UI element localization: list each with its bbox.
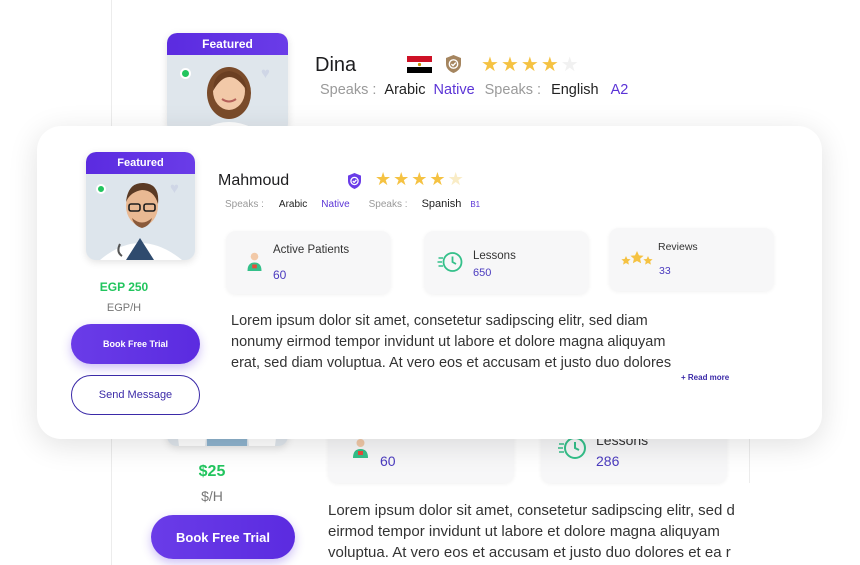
hourly-price: $25 [198,463,226,480]
description-line: eirmod tempor invidunt ut labore et dolo… [328,523,720,540]
speaks-label: Speaks : [484,82,542,98]
star-icon: ★ [500,52,519,76]
book-free-trial-button[interactable]: Book Free Trial [151,515,295,559]
speaks-label: Speaks : [320,82,377,98]
featured-badge: Featured [167,33,288,55]
stat-value: 60 [380,453,396,469]
heart-icon[interactable]: ♥ [170,180,179,197]
patient-icon [353,439,368,458]
star-icon: ★ [560,52,579,76]
read-more-link[interactable]: + Read more [681,373,729,382]
star-icon: ★ [429,169,446,190]
language-level: A2 [610,82,629,98]
verified-badge-icon [446,55,461,73]
send-message-button[interactable]: Send Message [71,375,200,415]
tutor-description: Lorem ipsum dolor sit amet, consetetur s… [231,311,751,374]
tutor-photo[interactable]: Featured ♥ [167,33,288,133]
heart-icon[interactable]: ♥ [261,65,270,82]
description-line: erat, sed diam voluptua. At vero eos et … [231,355,672,371]
star-icon: ★ [520,52,539,76]
star-icon: ★ [393,169,410,190]
tutor-description: Lorem ipsum dolor sit amet, consetetur s… [328,500,750,563]
rating-stars: ★ ★ ★ ★ ★ [375,171,464,189]
language-name: Arabic [278,199,308,210]
clock-icon [558,437,586,459]
language-level: Native [321,199,350,210]
tutor-photo[interactable]: Featured ♥ [86,152,195,260]
star-icon: ★ [481,52,499,76]
language-name: English [551,82,599,98]
language-level: Native [433,82,475,98]
tutor-card-mahmoud: Featured ♥ EGP 250 EGP/H Book Free Trial… [37,126,822,439]
languages-row: Speaks : Arabic Native Speaks : English … [320,82,628,98]
speaks-label: Speaks : [368,199,408,210]
star-icon: ★ [540,52,559,76]
language-name: Spanish [421,198,462,210]
online-status-indicator [96,184,106,194]
description-line: nonumy eirmod tempor invidunt ut labore … [231,334,666,350]
patient-icon [247,252,262,271]
book-free-trial-button[interactable]: Book Free Trial [71,324,200,364]
description-line: voluptua. At vero eos et accusam et just… [328,544,731,561]
egypt-flag-icon [407,56,432,73]
stat-value: 33 [659,265,671,277]
language-name: Arabic [384,82,426,98]
stat-label: Active Patients [273,244,350,256]
stat-value: 650 [473,267,492,279]
star-icon: ★ [447,169,464,190]
languages-row: Speaks : Arabic Native Speaks : Spanish … [225,198,480,210]
description-line: Lorem ipsum dolor sit amet, consetetur s… [328,502,735,519]
clock-icon [437,252,463,272]
star-icon: ★ [411,169,428,190]
description-line: Lorem ipsum dolor sit amet, consetetur s… [231,313,648,329]
hourly-price: EGP 250 [99,280,149,294]
stat-card-lessons: Lessons 650 [424,231,589,294]
price-unit: $/H [201,488,223,504]
featured-badge: Featured [86,152,195,174]
tutor-name: Mahmoud [218,172,290,189]
speaks-label: Speaks : [225,199,264,210]
online-status-indicator [180,68,191,79]
rating-stars: ★ ★ ★ ★ ★ [481,54,579,74]
stat-label: Lessons [473,250,516,262]
verified-badge-icon [348,173,361,189]
stat-value: 286 [596,453,620,469]
stat-label: Reviews [658,241,698,253]
stat-value: 60 [273,268,287,282]
stat-card-reviews: Reviews 33 [609,228,774,291]
language-level: B1 [470,200,481,209]
price-unit: EGP/H [106,302,142,314]
star-icon: ★ [375,169,392,190]
stat-card-active-patients: Active Patients 60 [226,231,391,294]
stars-icon [621,251,653,265]
tutor-listing: Featured ♥ Dina ★ ★ ★ ★ ★ Speaks : Arabi… [0,0,860,565]
tutor-name: Dina [315,54,357,76]
